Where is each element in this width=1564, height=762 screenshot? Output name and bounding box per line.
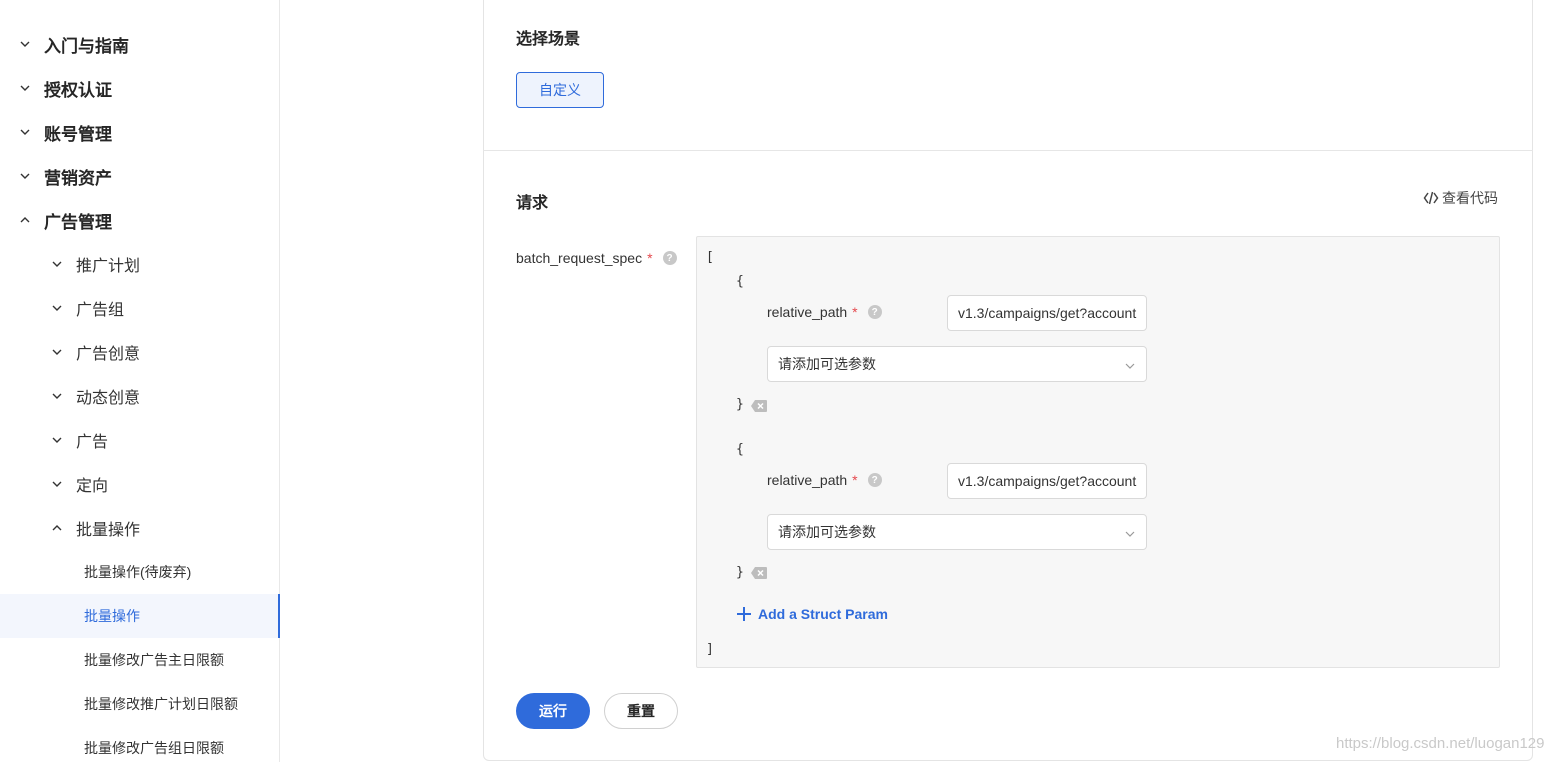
watermark-text: https://blog.csdn.net/luogan129 bbox=[1336, 735, 1545, 752]
sidebar-item-dynamic-creative[interactable]: 动态创意 bbox=[0, 374, 279, 418]
sidebar-item-label: 批量操作 bbox=[76, 522, 141, 539]
sidebar-item-targeting[interactable]: 定向 bbox=[0, 462, 279, 506]
plus-icon bbox=[736, 606, 752, 622]
sidebar-nav: 入门与指南 授权认证 账号管理 营销资产 广告管理 推广计划 广告组 广告创意 … bbox=[0, 0, 280, 762]
sidebar-item-ad[interactable]: 广告 bbox=[0, 418, 279, 462]
field-name: relative_path bbox=[767, 304, 848, 320]
delete-struct-icon[interactable] bbox=[751, 566, 767, 579]
chevron-down-icon bbox=[51, 258, 63, 270]
view-code-label: 查看代码 bbox=[1442, 190, 1498, 206]
sidebar-item-creative[interactable]: 广告创意 bbox=[0, 330, 279, 374]
optional-params-select[interactable]: 请添加可选参数 bbox=[767, 514, 1147, 550]
scene-custom-button[interactable]: 自定义 bbox=[516, 72, 604, 108]
help-icon[interactable]: ? bbox=[867, 305, 882, 319]
sidebar-item-label: 批量操作(待废弃) bbox=[84, 564, 192, 580]
page: 入门与指南 授权认证 账号管理 营销资产 广告管理 推广计划 广告组 广告创意 … bbox=[0, 0, 1564, 762]
sidebar-item-account[interactable]: 账号管理 bbox=[0, 110, 279, 154]
chevron-down-icon bbox=[19, 126, 31, 138]
sidebar-item-label: 入门与指南 bbox=[44, 36, 129, 56]
sidebar-item-label: 授权认证 bbox=[44, 80, 112, 100]
chevron-down-icon bbox=[51, 478, 63, 490]
sidebar-item-label: 动态创意 bbox=[76, 390, 141, 407]
sidebar-item-label: 推广计划 bbox=[76, 258, 141, 275]
help-icon[interactable]: ? bbox=[662, 251, 677, 265]
select-placeholder: 请添加可选参数 bbox=[778, 524, 876, 540]
field-label-relative-path: relative_path * ? bbox=[767, 472, 882, 488]
sidebar-item-getting-started[interactable]: 入门与指南 bbox=[0, 22, 279, 66]
sidebar-item-batch-adgroup-budget[interactable]: 批量修改广告组日限额 bbox=[0, 726, 279, 762]
param-label-batch-request-spec: batch_request_spec * ? bbox=[516, 250, 677, 266]
sidebar-item-label: 批量操作 bbox=[84, 608, 140, 624]
sidebar-item-auth[interactable]: 授权认证 bbox=[0, 66, 279, 110]
code-icon bbox=[1423, 190, 1439, 206]
section-divider bbox=[483, 150, 1533, 151]
chevron-down-icon bbox=[51, 302, 63, 314]
sidebar-item-ad-management[interactable]: 广告管理 bbox=[0, 198, 279, 242]
chevron-down-icon bbox=[1124, 359, 1136, 375]
sidebar-item-campaign[interactable]: 推广计划 bbox=[0, 242, 279, 286]
param-name: batch_request_spec bbox=[516, 250, 643, 266]
chevron-down-icon bbox=[51, 434, 63, 446]
field-label-relative-path: relative_path * ? bbox=[767, 304, 882, 320]
help-icon[interactable]: ? bbox=[867, 473, 882, 487]
run-button[interactable]: 运行 bbox=[516, 693, 590, 729]
close-brace: } bbox=[736, 565, 744, 580]
required-mark: * bbox=[647, 250, 653, 266]
sidebar-item-label: 广告创意 bbox=[76, 346, 141, 363]
chevron-down-icon bbox=[1124, 527, 1136, 543]
relative-path-input[interactable]: v1.3/campaigns/get?account bbox=[947, 463, 1147, 499]
sidebar-item-label: 账号管理 bbox=[44, 124, 112, 144]
chevron-up-icon bbox=[51, 522, 63, 534]
sidebar-item-label: 批量修改广告组日限额 bbox=[84, 740, 224, 756]
scene-section-title: 选择场景 bbox=[516, 31, 581, 48]
sidebar-item-label: 广告组 bbox=[76, 302, 125, 319]
chevron-down-icon bbox=[51, 390, 63, 402]
field-name: relative_path bbox=[767, 472, 848, 488]
sidebar-item-label: 定向 bbox=[76, 478, 109, 495]
close-brace: } bbox=[736, 397, 744, 412]
open-brace: { bbox=[736, 274, 744, 289]
open-brace: { bbox=[736, 442, 744, 457]
add-struct-param-button[interactable]: Add a Struct Param bbox=[736, 604, 888, 624]
open-bracket: [ bbox=[706, 250, 714, 265]
sidebar-item-batch-active[interactable]: 批量操作 bbox=[0, 594, 280, 638]
sidebar-item-label: 营销资产 bbox=[44, 168, 112, 188]
view-code-button[interactable]: 查看代码 bbox=[1423, 188, 1498, 208]
chevron-down-icon bbox=[51, 346, 63, 358]
delete-struct-icon[interactable] bbox=[751, 399, 767, 412]
chevron-down-icon bbox=[19, 170, 31, 182]
sidebar-item-label: 批量修改广告主日限额 bbox=[84, 652, 224, 668]
sidebar-item-batch-campaign-budget[interactable]: 批量修改推广计划日限额 bbox=[0, 682, 279, 726]
sidebar-item-label: 广告 bbox=[76, 434, 109, 451]
relative-path-input[interactable]: v1.3/campaigns/get?account bbox=[947, 295, 1147, 331]
sidebar-item-assets[interactable]: 营销资产 bbox=[0, 154, 279, 198]
chevron-up-icon bbox=[19, 214, 31, 226]
sidebar-item-batch-deprecated[interactable]: 批量操作(待废弃) bbox=[0, 550, 279, 594]
reset-button[interactable]: 重置 bbox=[604, 693, 678, 729]
sidebar-item-label: 批量修改推广计划日限额 bbox=[84, 696, 238, 712]
close-bracket: ] bbox=[706, 642, 714, 657]
required-mark: * bbox=[852, 304, 858, 320]
required-mark: * bbox=[852, 472, 858, 488]
sidebar-item-adgroup[interactable]: 广告组 bbox=[0, 286, 279, 330]
optional-params-select[interactable]: 请添加可选参数 bbox=[767, 346, 1147, 382]
add-struct-label: Add a Struct Param bbox=[758, 606, 888, 622]
sidebar-item-batch[interactable]: 批量操作 bbox=[0, 506, 279, 550]
sidebar-item-label: 广告管理 bbox=[44, 212, 112, 232]
chevron-down-icon bbox=[19, 38, 31, 50]
sidebar-item-batch-advertiser-budget[interactable]: 批量修改广告主日限额 bbox=[0, 638, 279, 682]
chevron-down-icon bbox=[19, 82, 31, 94]
request-section-title: 请求 bbox=[516, 195, 549, 212]
select-placeholder: 请添加可选参数 bbox=[778, 356, 876, 372]
